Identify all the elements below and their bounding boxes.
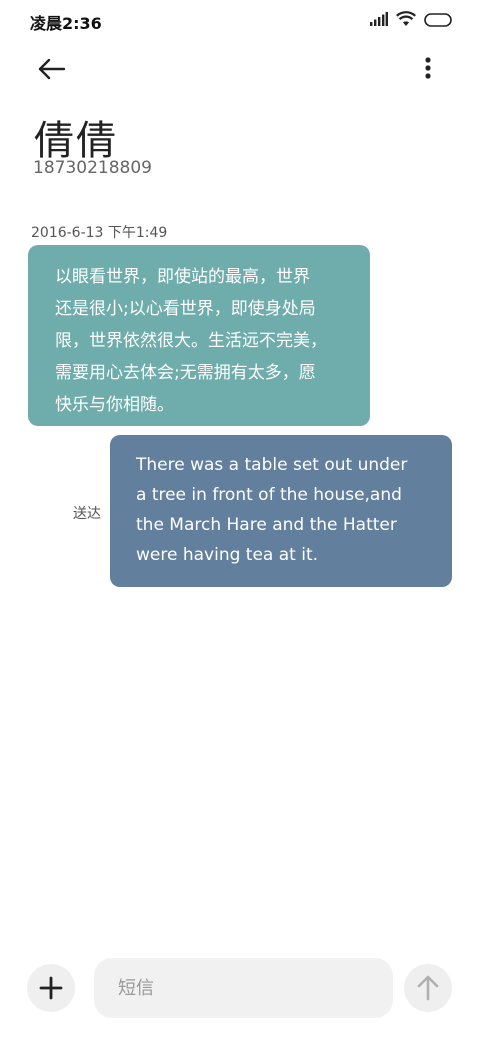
incoming-message-bubble[interactable]: 以眼看世界，即使站的最高，世界 还是很小;以心看世界，即使身处局 限，世界依然很… (28, 245, 370, 426)
sms-input[interactable] (94, 958, 393, 1018)
incoming-message-text: 以眼看世界，即使站的最高，世界 还是很小;以心看世界，即使身处局 限，世界依然很… (55, 267, 327, 415)
send-button[interactable] (404, 964, 452, 1012)
outgoing-message-bubble[interactable]: There was a table set out under a tree i… (110, 435, 452, 587)
signal-icon (370, 11, 388, 27)
outgoing-message-text: There was a table set out under a tree i… (136, 455, 408, 565)
battery-icon (424, 12, 452, 27)
status-bar: 凌晨2:36 (0, 0, 480, 40)
wifi-icon (396, 11, 416, 27)
arrow-left-icon (38, 58, 66, 80)
more-options-button[interactable] (414, 52, 444, 86)
plus-icon (39, 976, 63, 1000)
contact-number[interactable]: 18730218809 (33, 158, 152, 178)
message-timestamp: 2016-6-13 下午1:49 (31, 225, 168, 241)
arrow-up-icon (417, 975, 439, 1001)
delivery-status: 送达 (73, 506, 101, 522)
more-vertical-icon (425, 57, 431, 79)
back-button[interactable] (32, 52, 72, 86)
messaging-screen: 凌晨2:36 倩倩 18730218809 2016-6-13 下午1:49 以… (0, 0, 480, 1040)
add-attachment-button[interactable] (27, 964, 75, 1012)
status-time: 凌晨2:36 (30, 14, 102, 33)
